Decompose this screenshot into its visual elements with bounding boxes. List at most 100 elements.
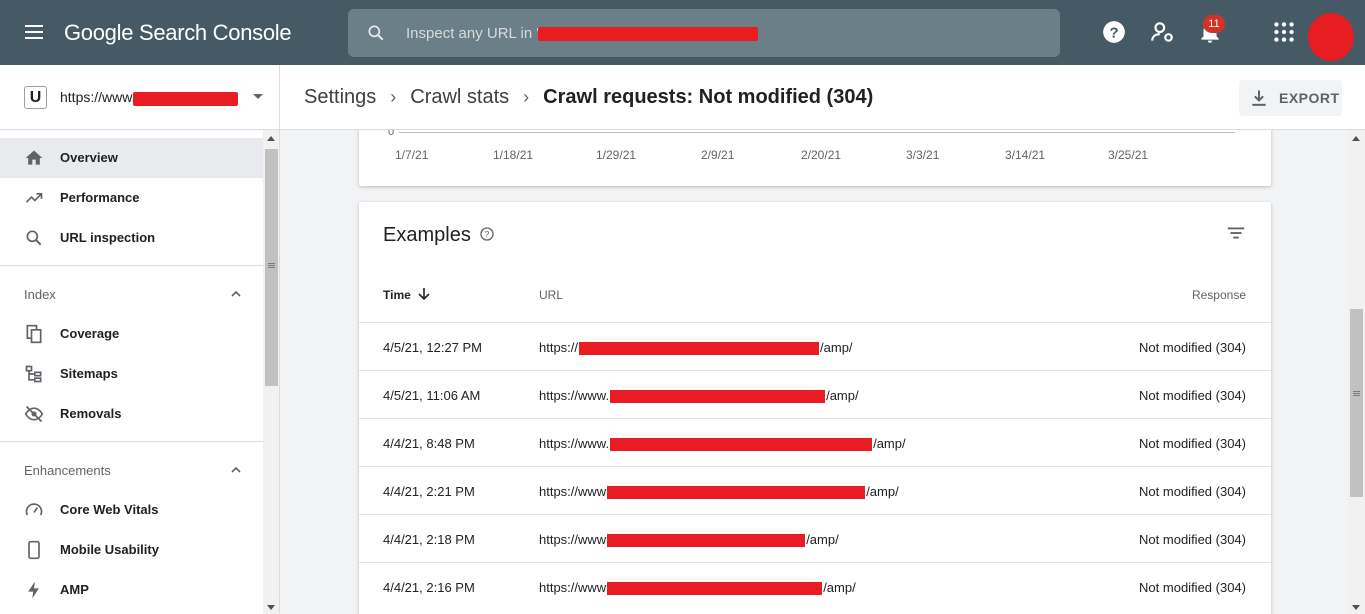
url-suffix: /amp/: [806, 532, 839, 547]
sidebar-item-mobile-usability[interactable]: Mobile Usability: [0, 530, 263, 570]
url-prefix: https://www: [539, 484, 607, 499]
chevron-right-icon: ›: [390, 87, 397, 107]
redaction-mark: [607, 486, 866, 500]
x-tick-label: 3/14/21: [1005, 148, 1046, 162]
redaction-mark: [610, 390, 826, 404]
sidebar-item-label: Removals: [60, 406, 122, 421]
breadcrumb-crawl-stats[interactable]: Crawl stats: [410, 86, 509, 109]
property-selector[interactable]: U https://www.: [0, 65, 280, 130]
cell-url[interactable]: https://www/amp/: [539, 484, 899, 500]
export-label: EXPORT: [1279, 90, 1340, 106]
property-url: https://www.: [60, 89, 136, 105]
y-axis-zero-label: 0: [388, 130, 395, 138]
sidebar-item-performance[interactable]: Performance: [0, 178, 263, 218]
scroll-down-icon[interactable]: [1352, 605, 1360, 610]
crawl-chart-card: 0 1/7/21 1/18/21 1/29/21 2/9/21 2/20/21 …: [359, 130, 1271, 186]
menu-icon[interactable]: [22, 21, 48, 45]
cell-response: Not modified (304): [1139, 532, 1246, 547]
cell-url[interactable]: https://www/amp/: [539, 532, 839, 548]
account-avatar[interactable]: [1308, 13, 1354, 61]
redaction-mark: [133, 92, 238, 106]
url-suffix: /amp/: [823, 580, 856, 595]
redaction-mark: [610, 438, 873, 452]
sidebar-item-core-web-vitals[interactable]: Core Web Vitals: [0, 490, 263, 530]
column-header-response: Response: [1191, 288, 1246, 302]
top-app-bar: Google Search Console ? 11: [0, 0, 1365, 65]
download-icon: [1252, 90, 1266, 106]
scrollbar-thumb[interactable]: [265, 149, 278, 386]
section-label: Index: [24, 287, 56, 302]
user-settings-icon[interactable]: [1149, 19, 1175, 45]
property-logo: U: [24, 86, 47, 109]
search-icon: [26, 230, 42, 246]
cell-url[interactable]: https://www. /amp/: [539, 436, 906, 452]
section-label: Enhancements: [24, 463, 111, 478]
scrollbar-thumb[interactable]: [1350, 309, 1363, 497]
cell-response: Not modified (304): [1139, 340, 1246, 355]
cell-time: 4/4/21, 8:48 PM: [383, 436, 475, 451]
x-tick-label: 1/7/21: [395, 148, 429, 162]
scroll-down-icon[interactable]: [267, 605, 275, 610]
x-tick-label: 3/3/21: [906, 148, 940, 162]
table-row[interactable]: 4/4/21, 2:21 PM https://www/amp/ Not mod…: [359, 466, 1271, 514]
page-title: Crawl requests: Not modified (304): [543, 86, 874, 108]
table-row[interactable]: 4/5/21, 12:27 PM https:// /amp/ Not modif…: [359, 322, 1271, 370]
sidebar-item-removals[interactable]: Removals: [0, 394, 263, 434]
sidebar-scrollbar[interactable]: [263, 130, 280, 614]
sidebar-item-label: Core Web Vitals: [60, 502, 159, 517]
cell-url[interactable]: https:// /amp/: [539, 340, 853, 356]
sidebar-item-label: Coverage: [60, 326, 120, 341]
scroll-up-icon[interactable]: [267, 136, 275, 141]
redaction-mark: [607, 534, 806, 548]
table-row[interactable]: 4/4/21, 2:18 PM https://www/amp/ Not mod…: [359, 514, 1271, 562]
help-icon[interactable]: ?: [1101, 19, 1127, 45]
app-title[interactable]: Google Search Console: [64, 20, 292, 46]
sidebar-item-coverage[interactable]: Coverage: [0, 314, 263, 354]
sitemap-icon: [25, 365, 42, 383]
eye-off-icon: [24, 405, 44, 423]
section-index[interactable]: Index: [0, 274, 263, 314]
chevron-right-icon: ›: [523, 87, 530, 107]
svg-text:?: ?: [1109, 24, 1118, 41]
table-row[interactable]: 4/4/21, 2:16 PM https://www/amp/ Not mod…: [359, 562, 1271, 610]
url-inspection-search[interactable]: [348, 9, 1060, 57]
cell-time: 4/4/21, 2:16 PM: [383, 580, 475, 595]
main-scrollbar[interactable]: [1348, 130, 1365, 614]
sidebar-item-label: AMP: [60, 582, 89, 597]
examples-card: Examples ? Time URL Response 4/5/21, 12:…: [359, 202, 1271, 614]
redaction-mark: [607, 582, 823, 596]
examples-title: Examples: [383, 224, 471, 246]
cell-time: 4/5/21, 12:27 PM: [383, 340, 483, 355]
cell-url[interactable]: https://www/amp/: [539, 580, 856, 596]
redaction-mark: [538, 27, 758, 41]
sidebar-item-url-inspection[interactable]: URL inspection: [0, 218, 263, 258]
arrow-down-icon[interactable]: [417, 286, 431, 302]
scroll-up-icon[interactable]: [1352, 136, 1360, 141]
bolt-icon: [28, 581, 39, 599]
chevron-up-icon: [231, 290, 241, 297]
breadcrumb-settings[interactable]: Settings: [304, 86, 376, 109]
sidebar-item-label: Mobile Usability: [60, 542, 159, 557]
cell-response: Not modified (304): [1139, 436, 1246, 451]
x-tick-label: 3/25/21: [1108, 148, 1149, 162]
cell-url[interactable]: https://www. /amp/: [539, 388, 859, 404]
filter-icon[interactable]: [1225, 222, 1247, 244]
sidebar-item-label: Sitemaps: [60, 366, 118, 381]
url-prefix: https://: [539, 340, 579, 355]
home-icon: [25, 150, 43, 165]
apps-grid-icon[interactable]: [1271, 19, 1297, 45]
breadcrumb: Settings › Crawl stats › Crawl requests:…: [304, 86, 873, 109]
x-tick-label: 2/9/21: [701, 148, 735, 162]
sidebar-item-overview[interactable]: Overview: [0, 138, 263, 178]
section-enhancements[interactable]: Enhancements: [0, 450, 263, 490]
sidebar-item-amp[interactable]: AMP: [0, 570, 263, 610]
export-button[interactable]: EXPORT: [1239, 80, 1342, 116]
sidebar-item-label: URL inspection: [60, 230, 156, 245]
help-outline-icon[interactable]: ?: [479, 226, 495, 242]
table-row[interactable]: 4/5/21, 11:06 AM https://www. /amp/ Not m…: [359, 370, 1271, 418]
url-prefix: https://www: [539, 532, 607, 547]
column-header-time[interactable]: Time: [383, 288, 411, 302]
url-suffix: /amp/: [826, 388, 859, 403]
table-row[interactable]: 4/4/21, 8:48 PM https://www. /amp/ Not mo…: [359, 418, 1271, 466]
sidebar-item-sitemaps[interactable]: Sitemaps: [0, 354, 263, 394]
